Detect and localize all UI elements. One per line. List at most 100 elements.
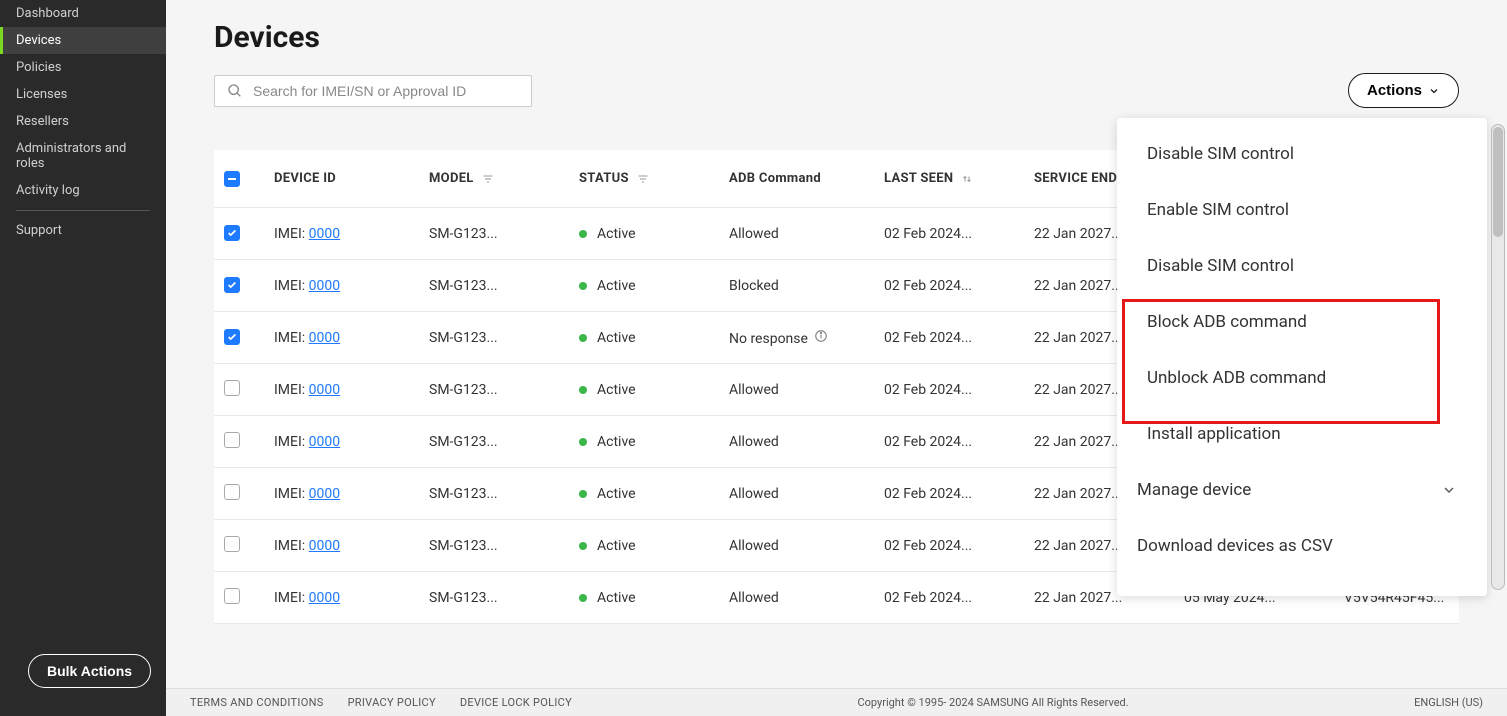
actions-button[interactable]: Actions [1348, 73, 1459, 108]
sort-icon[interactable] [961, 173, 973, 185]
status-cell: Active [579, 434, 729, 450]
sidebar-item-policies[interactable]: Policies [0, 54, 166, 81]
status-dot-icon [579, 386, 587, 394]
footer: TERMS AND CONDITIONS PRIVACY POLICY DEVI… [166, 688, 1507, 716]
adb-cell: Allowed [729, 538, 884, 554]
info-icon[interactable] [814, 329, 828, 343]
status-cell: Active [579, 278, 729, 294]
imei-link[interactable]: 0000 [309, 434, 340, 450]
device-id-cell: IMEI: 0000 [274, 486, 429, 502]
search-box[interactable] [214, 75, 532, 107]
status-cell: Active [579, 538, 729, 554]
dropdown-download-csv[interactable]: Download devices as CSV [1117, 518, 1487, 574]
row-checkbox[interactable] [224, 329, 240, 345]
chevron-down-icon [1441, 482, 1457, 498]
status-dot-icon [579, 542, 587, 550]
col-device-id[interactable]: DEVICE ID [274, 171, 429, 186]
status-dot-icon [579, 490, 587, 498]
dropdown-disable-sim-2[interactable]: Disable SIM control [1117, 238, 1487, 294]
col-last-seen[interactable]: LAST SEEN [884, 171, 1034, 186]
sidebar-divider [16, 210, 150, 211]
last-seen-cell: 02 Feb 2024... [884, 330, 1034, 346]
chevron-down-icon [1428, 85, 1440, 97]
last-seen-cell: 02 Feb 2024... [884, 278, 1034, 294]
status-cell: Active [579, 590, 729, 606]
adb-cell: Allowed [729, 434, 884, 450]
page-title: Devices [214, 20, 1459, 55]
dropdown-manage-device[interactable]: Manage device [1117, 462, 1487, 518]
adb-cell: Allowed [729, 590, 884, 606]
row-checkbox[interactable] [224, 277, 240, 293]
imei-link[interactable]: 0000 [309, 590, 340, 606]
bulk-actions-button[interactable]: Bulk Actions [28, 654, 151, 688]
adb-cell: No response [729, 329, 884, 347]
device-id-cell: IMEI: 0000 [274, 590, 429, 606]
status-cell: Active [579, 226, 729, 242]
col-adb[interactable]: ADB Command [729, 171, 884, 186]
sidebar-item-support[interactable]: Support [0, 217, 166, 244]
sidebar-item-dashboard[interactable]: Dashboard [0, 0, 166, 27]
sidebar-item-activity-log[interactable]: Activity log [0, 177, 166, 204]
status-dot-icon [579, 230, 587, 238]
last-seen-cell: 02 Feb 2024... [884, 434, 1034, 450]
last-seen-cell: 02 Feb 2024... [884, 538, 1034, 554]
dropdown-block-adb[interactable]: Block ADB command [1117, 294, 1487, 350]
dropdown-install-application[interactable]: Install application [1117, 406, 1487, 462]
dropdown-scrollbar[interactable] [1491, 124, 1505, 590]
row-checkbox[interactable] [224, 588, 240, 604]
imei-link[interactable]: 0000 [309, 278, 340, 294]
last-seen-cell: 02 Feb 2024... [884, 590, 1034, 606]
toolbar: Actions [214, 73, 1459, 108]
model-cell: SM-G123... [429, 278, 579, 294]
dropdown-disable-sim-1[interactable]: Disable SIM control [1117, 126, 1487, 182]
row-checkbox[interactable] [224, 432, 240, 448]
last-seen-cell: 02 Feb 2024... [884, 382, 1034, 398]
footer-copyright: Copyright © 1995- 2024 SAMSUNG All Right… [857, 696, 1128, 709]
footer-language[interactable]: ENGLISH (US) [1414, 696, 1483, 709]
col-model[interactable]: MODEL [429, 171, 579, 186]
model-cell: SM-G123... [429, 330, 579, 346]
scrollbar-thumb[interactable] [1493, 127, 1503, 237]
search-input[interactable] [253, 83, 519, 99]
actions-dropdown: Disable SIM control Enable SIM control D… [1117, 118, 1487, 596]
row-checkbox[interactable] [224, 225, 240, 241]
row-checkbox[interactable] [224, 536, 240, 552]
imei-link[interactable]: 0000 [309, 486, 340, 502]
model-cell: SM-G123... [429, 538, 579, 554]
actions-button-label: Actions [1367, 82, 1422, 99]
imei-link[interactable]: 0000 [309, 382, 340, 398]
imei-link[interactable]: 0000 [309, 226, 340, 242]
row-checkbox[interactable] [224, 380, 240, 396]
col-status[interactable]: STATUS [579, 171, 729, 186]
status-cell: Active [579, 382, 729, 398]
status-dot-icon [579, 334, 587, 342]
filter-icon[interactable] [482, 173, 494, 185]
row-checkbox[interactable] [224, 484, 240, 500]
model-cell: SM-G123... [429, 486, 579, 502]
last-seen-cell: 02 Feb 2024... [884, 226, 1034, 242]
dropdown-unblock-adb[interactable]: Unblock ADB command [1117, 350, 1487, 406]
filter-icon[interactable] [637, 173, 649, 185]
model-cell: SM-G123... [429, 226, 579, 242]
status-cell: Active [579, 330, 729, 346]
footer-terms[interactable]: TERMS AND CONDITIONS [190, 696, 324, 709]
last-seen-cell: 02 Feb 2024... [884, 486, 1034, 502]
footer-device-lock[interactable]: DEVICE LOCK POLICY [460, 696, 572, 709]
sidebar-item-licenses[interactable]: Licenses [0, 81, 166, 108]
sidebar-item-devices[interactable]: Devices [0, 27, 166, 54]
sidebar-item-resellers[interactable]: Resellers [0, 108, 166, 135]
adb-cell: Blocked [729, 278, 884, 294]
select-all-checkbox[interactable] [224, 171, 240, 187]
adb-cell: Allowed [729, 486, 884, 502]
imei-link[interactable]: 0000 [309, 538, 340, 554]
adb-cell: Allowed [729, 226, 884, 242]
device-id-cell: IMEI: 0000 [274, 278, 429, 294]
dropdown-enable-sim[interactable]: Enable SIM control [1117, 182, 1487, 238]
footer-privacy[interactable]: PRIVACY POLICY [348, 696, 436, 709]
imei-link[interactable]: 0000 [309, 330, 340, 346]
model-cell: SM-G123... [429, 382, 579, 398]
device-id-cell: IMEI: 0000 [274, 538, 429, 554]
adb-cell: Allowed [729, 382, 884, 398]
sidebar-item-administrators[interactable]: Administrators and roles [0, 135, 166, 177]
status-dot-icon [579, 594, 587, 602]
